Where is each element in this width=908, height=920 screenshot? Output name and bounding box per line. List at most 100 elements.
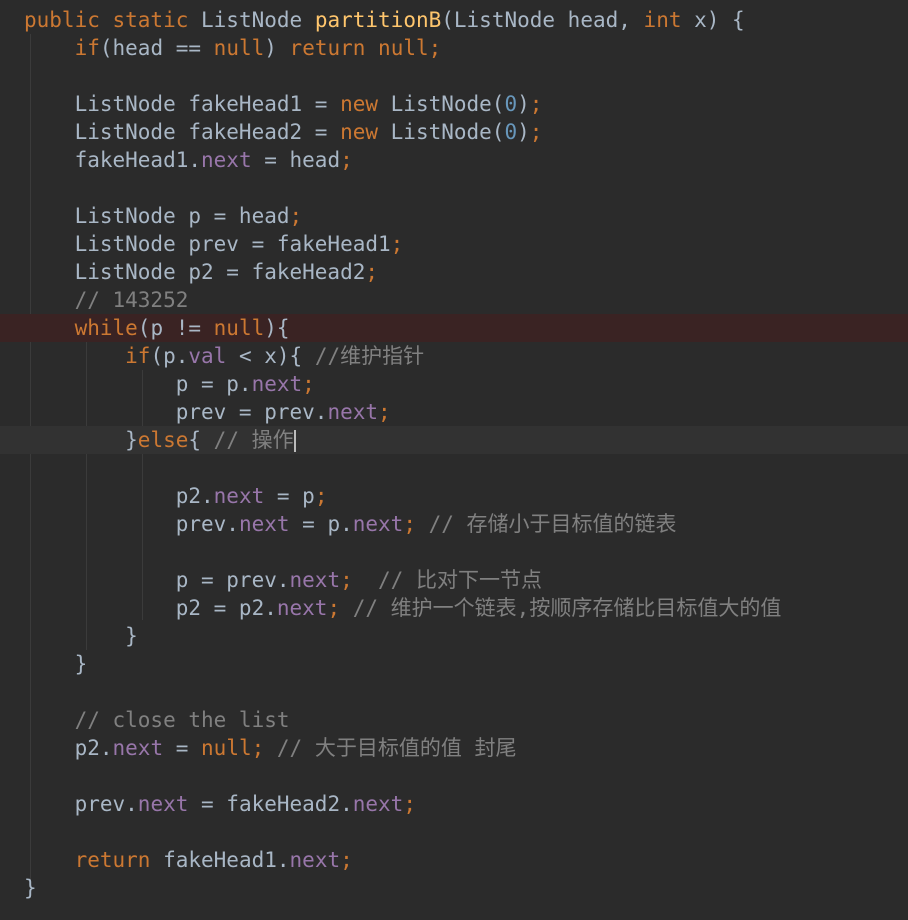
code-text: // close the list (24, 706, 290, 734)
code-token: ; (251, 736, 265, 760)
code-text: prev.next = p.next; // 存储小于目标值的链表 (24, 510, 677, 538)
code-text: ListNode fakeHead2 = new ListNode(0); (24, 118, 543, 146)
code-token: = (163, 736, 202, 760)
code-token: next (201, 148, 252, 172)
code-line[interactable]: // 143252 (0, 286, 908, 314)
code-line[interactable]: public static ListNode partitionB(ListNo… (0, 6, 908, 34)
code-comment: // 143252 (24, 288, 189, 312)
code-line[interactable]: p = prev.next; // 比对下一节点 (0, 566, 908, 594)
code-text: public static ListNode partitionB(ListNo… (24, 6, 745, 34)
code-line[interactable]: p2.next = null; // 大于目标值的值 封尾 (0, 734, 908, 762)
code-token: next (112, 736, 164, 760)
code-token: next (327, 400, 379, 424)
code-token: new (340, 92, 391, 116)
code-line[interactable]: return fakeHead1.next; (0, 846, 908, 874)
code-line[interactable]: if(p.val < x){ //维护指针 (0, 342, 908, 370)
code-token: next (251, 372, 303, 396)
code-text: p = prev.next; // 比对下一节点 (24, 566, 542, 594)
code-token: fakeHead1. (24, 148, 202, 172)
code-line[interactable] (0, 454, 908, 482)
code-line[interactable] (0, 174, 908, 202)
code-token: next (289, 568, 341, 592)
code-token: while (74, 316, 138, 340)
code-token: partitionB (314, 8, 442, 32)
code-line[interactable]: prev = prev.next; (0, 398, 908, 426)
code-text: ListNode prev = fakeHead1; (24, 230, 404, 258)
code-token: p = prev. (24, 568, 290, 592)
code-line[interactable] (0, 818, 908, 846)
code-token: ; (340, 148, 353, 172)
code-comment: // 维护一个链表,按顺序存储比目标值大的值 (340, 596, 782, 620)
code-text: fakeHead1.next = head; (24, 146, 353, 174)
code-text: while(p != null){ (24, 314, 290, 342)
code-line[interactable] (0, 538, 908, 566)
code-token: return null (289, 36, 429, 60)
code-token: p2. (24, 736, 113, 760)
code-token: ) (517, 92, 530, 116)
code-line[interactable]: } (0, 874, 908, 902)
code-token: ; (403, 512, 416, 536)
code-line[interactable]: p2.next = p; (0, 482, 908, 510)
code-token: ) (264, 36, 290, 60)
code-token: prev. (24, 512, 239, 536)
code-token: next (238, 512, 290, 536)
code-token: ; (340, 848, 353, 872)
code-token: p = p. (24, 372, 252, 396)
code-token: val (188, 344, 227, 368)
code-line[interactable]: if(head == null) return null; (0, 34, 908, 62)
code-line[interactable]: while(p != null){ (0, 314, 908, 342)
code-line[interactable]: } (0, 622, 908, 650)
code-token: prev = prev. (24, 400, 328, 424)
code-line[interactable]: ListNode prev = fakeHead1; (0, 230, 908, 258)
code-token: p2. (24, 484, 214, 508)
code-line[interactable]: ListNode fakeHead1 = new ListNode(0); (0, 90, 908, 118)
code-text: ListNode p2 = fakeHead2; (24, 258, 378, 286)
code-line[interactable]: }else{ // 操作 (0, 426, 908, 454)
code-line[interactable]: fakeHead1.next = head; (0, 146, 908, 174)
code-line[interactable]: ListNode p = head; (0, 202, 908, 230)
code-token: ; (340, 568, 353, 592)
code-token: if (125, 344, 151, 368)
code-token: (ListNode head, (441, 8, 644, 32)
code-text: p2.next = null; // 大于目标值的值 封尾 (24, 734, 517, 762)
code-token: prev. (24, 792, 138, 816)
code-text: } (24, 650, 88, 678)
code-line[interactable] (0, 678, 908, 706)
code-token: (p != (137, 316, 214, 340)
code-token: ListNode( (390, 120, 505, 144)
code-token: return (74, 848, 164, 872)
code-text: p = p.next; (24, 370, 315, 398)
code-line[interactable]: ListNode p2 = fakeHead2; (0, 258, 908, 286)
code-token: if (74, 36, 100, 60)
code-token: ; (529, 120, 543, 144)
code-token: ; (529, 92, 543, 116)
code-token: next (276, 596, 328, 620)
code-line[interactable]: } (0, 650, 908, 678)
code-line[interactable]: ListNode fakeHead2 = new ListNode(0); (0, 118, 908, 146)
code-line[interactable]: p = p.next; (0, 370, 908, 398)
code-text: // 143252 (24, 286, 189, 314)
code-token: else (137, 428, 189, 452)
code-line[interactable] (0, 762, 908, 790)
code-token: next (352, 512, 404, 536)
code-line[interactable] (0, 62, 908, 90)
code-text: ListNode fakeHead1 = new ListNode(0); (24, 90, 543, 118)
code-token: ; (390, 232, 404, 256)
code-token: ){ (264, 316, 290, 340)
code-line[interactable]: prev.next = p.next; // 存储小于目标值的链表 (0, 510, 908, 538)
code-token: null (201, 736, 252, 760)
code-editor[interactable]: public static ListNode partitionB(ListNo… (0, 0, 908, 920)
code-line[interactable]: prev.next = fakeHead2.next; (0, 790, 908, 818)
code-comment: // 大于目标值的值 封尾 (264, 736, 517, 760)
code-token: ListNode (201, 8, 315, 32)
code-token: new (340, 120, 391, 144)
code-line[interactable]: p2 = p2.next; // 维护一个链表,按顺序存储比目标值大的值 (0, 594, 908, 622)
code-token: ; (403, 792, 416, 816)
code-token: 0 (504, 120, 518, 144)
code-comment: // 操作 (213, 428, 294, 452)
code-line[interactable]: // close the list (0, 706, 908, 734)
code-text: if(head == null) return null; (24, 34, 442, 62)
